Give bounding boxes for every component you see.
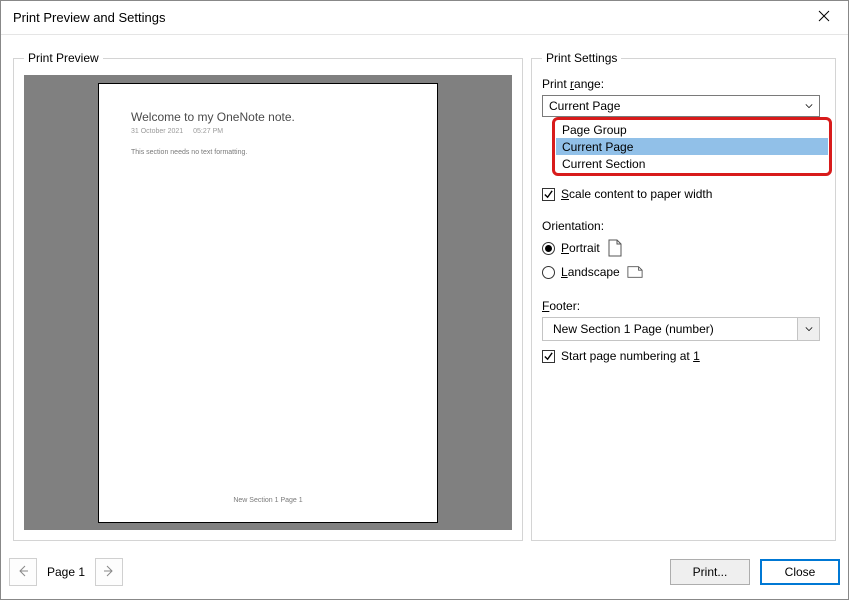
preview-page: Welcome to my OneNote note. 31 October 2… xyxy=(98,83,438,523)
print-preview-group: Print Preview Welcome to my OneNote note… xyxy=(13,51,523,541)
arrow-left-icon xyxy=(17,565,29,580)
preview-viewport: Welcome to my OneNote note. 31 October 2… xyxy=(24,75,512,530)
print-range-combo[interactable]: Current Page xyxy=(542,95,820,117)
scale-row: Scale content to paper width xyxy=(542,187,825,201)
landscape-page-icon xyxy=(626,263,644,281)
portrait-page-icon xyxy=(606,239,624,257)
start-numbering-label: Start page numbering at 1 xyxy=(561,349,700,363)
orientation-landscape-radio[interactable] xyxy=(542,266,555,279)
preview-page-time: 05:27 PM xyxy=(193,128,223,135)
titlebar: Print Preview and Settings xyxy=(1,1,848,35)
bottom-bar: Page 1 Print... Close xyxy=(9,553,840,591)
window-close-button[interactable] xyxy=(804,3,844,33)
window-title: Print Preview and Settings xyxy=(13,10,165,25)
print-range-option-current-section[interactable]: Current Section xyxy=(556,155,828,172)
next-page-button[interactable] xyxy=(95,558,123,586)
orientation-portrait-row: Portrait xyxy=(542,239,825,257)
close-button[interactable]: Close xyxy=(760,559,840,585)
close-icon xyxy=(818,10,830,25)
print-settings-legend: Print Settings xyxy=(542,51,621,65)
print-range-option-current-page[interactable]: Current Page xyxy=(556,138,828,155)
orientation-label: Orientation: xyxy=(542,219,825,233)
print-settings-group: Print Settings Print range: Current Page… xyxy=(531,51,836,541)
print-range-option-page-group[interactable]: Page Group xyxy=(556,121,828,138)
preview-page-date: 31 October 2021 xyxy=(131,128,183,135)
page-indicator: Page 1 xyxy=(47,565,85,579)
footer-label: Footer: xyxy=(542,299,825,313)
scale-checkbox[interactable] xyxy=(542,188,555,201)
arrow-right-icon xyxy=(103,565,115,580)
orientation-portrait-radio[interactable] xyxy=(542,242,555,255)
scale-label: Scale content to paper width xyxy=(561,187,712,201)
print-range-selected: Current Page xyxy=(549,99,620,113)
footer-selected: New Section 1 Page (number) xyxy=(553,322,714,336)
print-range-dropdown[interactable]: Page Group Current Page Current Section xyxy=(552,117,832,176)
orientation-landscape-label: Landscape xyxy=(561,265,620,279)
print-range-label: Print range: xyxy=(542,77,825,91)
preview-page-meta: 31 October 2021 05:27 PM xyxy=(131,128,405,135)
chevron-down-icon xyxy=(797,318,819,340)
start-numbering-checkbox[interactable] xyxy=(542,350,555,363)
orientation-portrait-label: Portrait xyxy=(561,241,600,255)
preview-page-heading: Welcome to my OneNote note. xyxy=(131,110,405,124)
prev-page-button[interactable] xyxy=(9,558,37,586)
preview-page-body: This section needs no text formatting. xyxy=(131,149,405,156)
chevron-down-icon xyxy=(801,98,817,114)
start-numbering-row: Start page numbering at 1 xyxy=(542,349,825,363)
print-preview-legend: Print Preview xyxy=(24,51,103,65)
orientation-landscape-row: Landscape xyxy=(542,263,825,281)
preview-page-footer: New Section 1 Page 1 xyxy=(131,497,405,504)
print-button[interactable]: Print... xyxy=(670,559,750,585)
footer-combo[interactable]: New Section 1 Page (number) xyxy=(542,317,820,341)
